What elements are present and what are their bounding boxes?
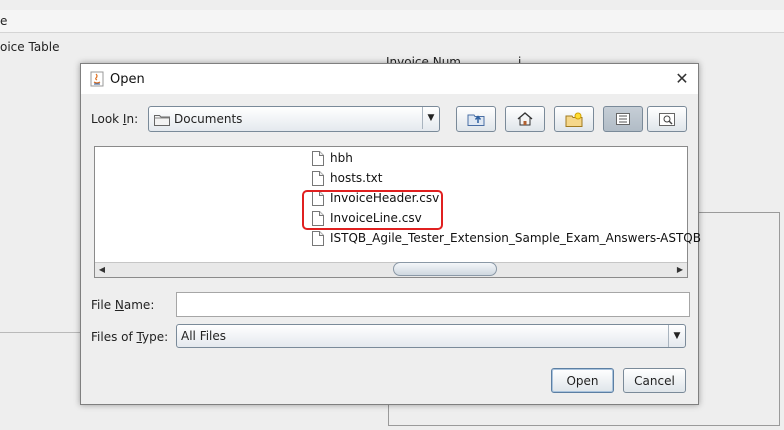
look-in-combo[interactable]: Documents ▼ xyxy=(148,106,440,132)
scroll-right-icon[interactable]: ▶ xyxy=(673,263,687,277)
file-list[interactable]: hbh hosts.txt InvoiceHeader.csv InvoiceL… xyxy=(94,146,701,278)
folder-icon xyxy=(154,115,170,126)
app-menubar: e xyxy=(0,10,784,33)
files-of-type-label: Files of Type: xyxy=(91,330,169,344)
open-file-dialog: Open ✕ Look In: Documents ▼ hbh hosts.tx… xyxy=(80,63,701,405)
scrollbar-thumb[interactable] xyxy=(393,262,497,276)
java-icon xyxy=(90,71,104,87)
list-view-button[interactable] xyxy=(603,106,643,132)
file-icon xyxy=(312,150,324,166)
list-item[interactable]: hosts.txt xyxy=(312,169,382,187)
details-view-icon xyxy=(659,112,675,126)
panel-divider xyxy=(0,332,82,333)
close-icon: ✕ xyxy=(675,69,689,88)
up-one-level-button[interactable] xyxy=(456,106,496,132)
home-icon xyxy=(517,112,533,126)
file-name: hosts.txt xyxy=(330,171,383,185)
look-in-value: Documents xyxy=(174,112,243,126)
highlight-annotation xyxy=(302,190,443,230)
invoice-table-label: oice Table xyxy=(0,40,60,54)
chevron-down-icon: ▼ xyxy=(668,325,685,347)
file-icon xyxy=(312,170,324,186)
new-folder-icon xyxy=(565,112,583,127)
cancel-button[interactable]: Cancel xyxy=(623,368,686,393)
file-name: ISTQB_Agile_Tester_Extension_Sample_Exam… xyxy=(330,231,701,245)
details-view-button[interactable] xyxy=(647,106,687,132)
scroll-left-icon[interactable]: ◀ xyxy=(95,263,109,277)
home-button[interactable] xyxy=(505,106,545,132)
horizontal-scrollbar[interactable]: ◀ ▶ xyxy=(95,262,687,277)
file-icon xyxy=(312,230,324,246)
files-of-type-combo[interactable]: All Files ▼ xyxy=(176,324,686,348)
new-folder-button[interactable] xyxy=(554,106,594,132)
open-button[interactable]: Open xyxy=(551,368,614,393)
dialog-titlebar[interactable]: Open ✕ xyxy=(81,64,698,94)
list-item[interactable]: ISTQB_Agile_Tester_Extension_Sample_Exam… xyxy=(312,229,701,247)
up-one-level-icon xyxy=(467,114,485,126)
dialog-title: Open xyxy=(110,72,145,87)
file-name: hbh xyxy=(330,151,353,165)
close-button[interactable]: ✕ xyxy=(670,67,694,91)
file-name-label: File Name: xyxy=(91,298,155,312)
chevron-down-icon: ▼ xyxy=(422,107,439,129)
file-name-field[interactable] xyxy=(176,292,690,317)
list-view-icon xyxy=(616,113,630,125)
list-item[interactable]: hbh xyxy=(312,149,353,167)
look-in-label: Look In: xyxy=(91,112,139,126)
menu-file[interactable]: e xyxy=(0,14,7,28)
files-of-type-value: All Files xyxy=(181,329,227,343)
